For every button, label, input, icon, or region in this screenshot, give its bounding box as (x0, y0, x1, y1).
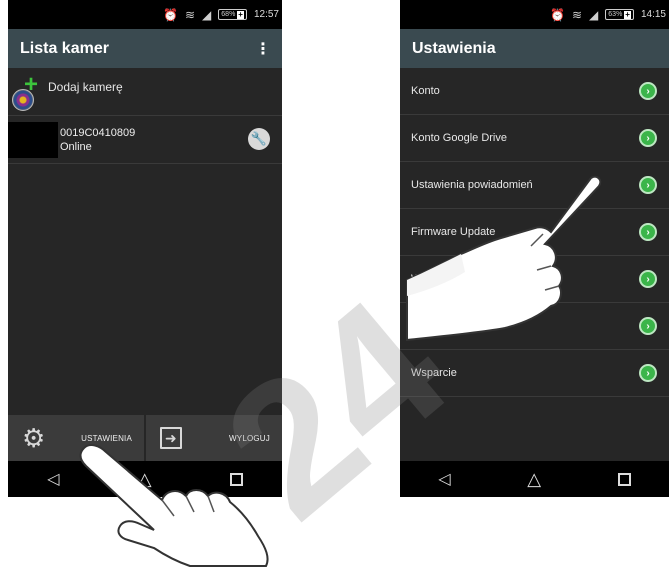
camera-status: Online (60, 140, 92, 153)
add-camera-label: Dodaj kamerę (48, 79, 123, 94)
navigation-bar: ◁ △ (8, 461, 282, 497)
recent-apps-icon[interactable] (229, 472, 243, 486)
charging-icon: + (237, 9, 244, 19)
clock: 14:15 (640, 9, 666, 20)
settings-item-notifications[interactable]: Ustawienia powiadomień › (400, 162, 669, 209)
back-icon[interactable]: ◁ (438, 469, 450, 489)
camera-id: 0019C0410809 (60, 126, 136, 139)
signal-icon: ◢ (202, 7, 212, 22)
chevron-right-circle-icon: › (639, 270, 657, 288)
settings-item-label: W (411, 273, 422, 285)
wifi-icon: ≋ (571, 7, 583, 22)
chevron-right-circle-icon: › (639, 223, 657, 241)
settings-item-w[interactable]: W › (400, 256, 669, 303)
settings-button[interactable]: ⚙ USTAWIENIA (8, 415, 144, 461)
home-icon[interactable]: △ (527, 469, 541, 490)
app-bar: Lista kamer ⋮ (8, 29, 282, 68)
camera-info: 0019C0410809 Online (58, 126, 135, 154)
logout-button-label: WYLOGUJ (229, 433, 270, 443)
settings-item-support[interactable]: Wsparcie › (400, 350, 669, 397)
home-icon[interactable]: △ (138, 469, 152, 490)
chevron-right-circle-icon: › (639, 82, 657, 100)
battery-level: 63% (608, 11, 623, 18)
status-bar: ⏰ ≋ ◢ 68% + 12:57 (8, 0, 282, 29)
settings-item-label: Konto Google Drive (411, 132, 507, 144)
status-bar: ⏰ ≋ ◢ 63% + 14:15 (400, 0, 669, 29)
chevron-right-circle-icon: › (639, 176, 657, 194)
app-bar: Ustawienia (400, 29, 669, 68)
alarm-clock-icon: ⏰ (163, 7, 178, 22)
settings-item-label: Wsparcie (411, 367, 457, 379)
settings-item-account[interactable]: Konto › (400, 68, 669, 115)
camera-thumbnail (8, 121, 58, 158)
battery-indicator: 63% + (605, 9, 634, 20)
back-icon[interactable]: ◁ (47, 469, 59, 489)
settings-item-label: Konto (411, 85, 440, 97)
stage: ⏰ ≋ ◢ 68% + 12:57 Lista kamer ⋮ + Dodaj … (0, 0, 669, 571)
settings-item-contact[interactable]: Kontakt › (400, 303, 669, 350)
battery-indicator: 68% + (218, 9, 247, 20)
bottom-action-bar: ⚙ USTAWIENIA ➜ WYLOGUJ (8, 415, 282, 461)
settings-item-label: Ustawienia powiadomień (411, 179, 533, 191)
page-title: Lista kamer (20, 39, 109, 57)
settings-screen: ⏰ ≋ ◢ 63% + 14:15 Ustawienia Konto › Kon… (400, 0, 669, 497)
logout-icon: ➜ (160, 427, 182, 449)
navigation-bar: ◁ △ (400, 461, 669, 497)
clock: 12:57 (253, 9, 279, 20)
logout-button[interactable]: ➜ WYLOGUJ (144, 415, 282, 461)
plus-icon: + (24, 70, 39, 98)
chevron-right-circle-icon: › (639, 317, 657, 335)
settings-item-label: Kontakt (411, 320, 449, 332)
settings-item-google-drive[interactable]: Konto Google Drive › (400, 115, 669, 162)
gear-icon: ⚙ (22, 423, 46, 453)
add-camera-icon: + (12, 72, 42, 111)
camera-list-item[interactable]: 0019C0410809 Online 🔧 (8, 116, 282, 164)
camera-list-screen: ⏰ ≋ ◢ 68% + 12:57 Lista kamer ⋮ + Dodaj … (8, 0, 282, 497)
signal-icon: ◢ (589, 7, 599, 22)
wifi-icon: ≋ (184, 7, 196, 22)
recent-apps-icon[interactable] (617, 472, 631, 486)
wrench-icon[interactable]: 🔧 (248, 128, 270, 150)
alarm-clock-icon: ⏰ (550, 7, 565, 22)
chevron-right-circle-icon: › (639, 364, 657, 382)
chevron-right-circle-icon: › (639, 129, 657, 147)
page-title: Ustawienia (412, 39, 496, 57)
overflow-menu-icon[interactable]: ⋮ (255, 39, 271, 59)
battery-level: 68% (221, 11, 236, 18)
add-camera-item[interactable]: + Dodaj kamerę (8, 68, 282, 116)
settings-item-firmware-update[interactable]: Firmware Update › (400, 209, 669, 256)
settings-button-label: USTAWIENIA (81, 433, 132, 443)
charging-icon: + (624, 9, 631, 19)
settings-item-label: Firmware Update (411, 226, 496, 238)
